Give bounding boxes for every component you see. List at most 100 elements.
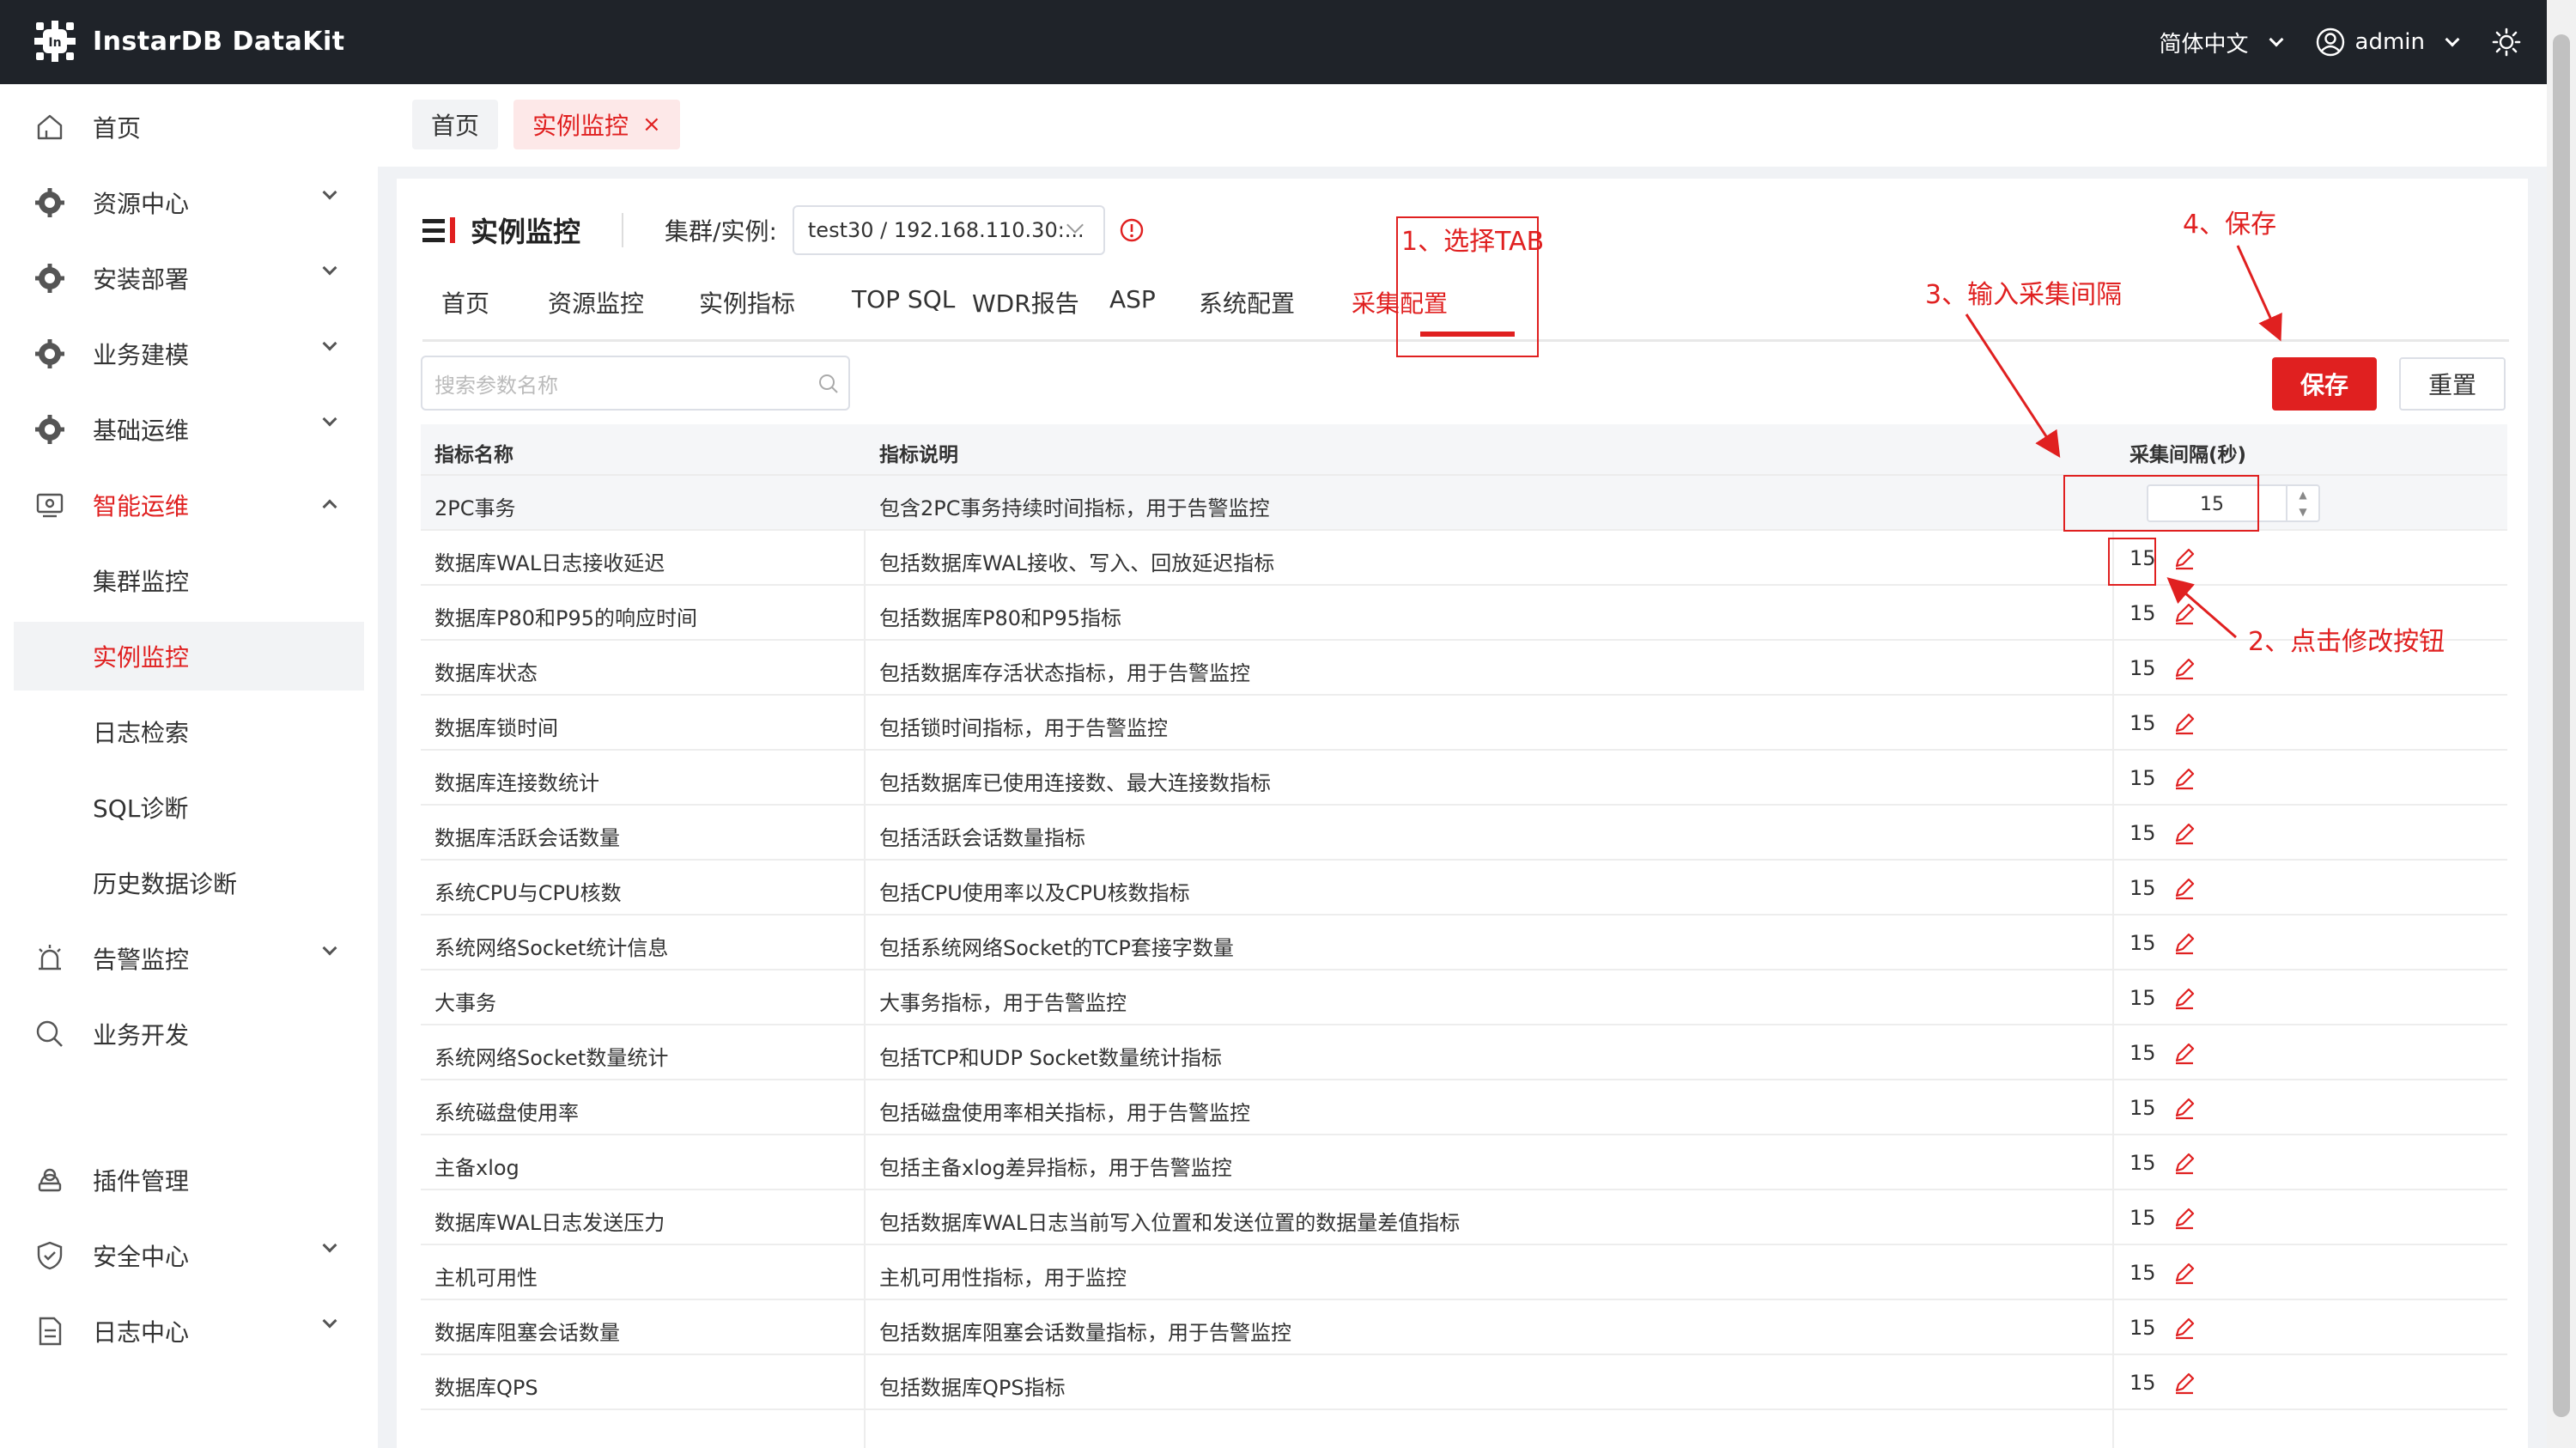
sidebar-item-history-diagnosis[interactable]: 历史数据诊断 [14, 849, 364, 917]
stepper-up-icon[interactable]: ▲ [2287, 486, 2318, 503]
chevron-down-icon [2269, 32, 2284, 47]
tab-system-config[interactable]: 系统配置 [1199, 285, 1295, 319]
app-logo-icon: In [34, 21, 76, 62]
edit-icon[interactable] [2172, 601, 2196, 625]
metrics-table: 指标名称 指标说明 采集间隔(秒) 2PC事务 包含2PC事务持续时间指标，用于告… [421, 424, 2507, 1448]
stepper-down-icon[interactable]: ▼ [2287, 503, 2318, 520]
svg-text:In: In [48, 36, 61, 50]
table-row: 系统CPU与CPU核数 包括CPU使用率以及CPU核数指标 15 [421, 861, 2507, 916]
sidebar-item-alarm-monitor[interactable]: 告警监控 [14, 924, 364, 993]
edit-icon[interactable] [2172, 986, 2196, 1010]
tab-home[interactable]: 首页 [441, 285, 489, 319]
tab-resource-monitor[interactable]: 资源监控 [548, 285, 644, 319]
tab-asp[interactable]: ASP [1109, 285, 1156, 313]
edit-icon[interactable] [2172, 766, 2196, 790]
sidebar-item-basic-ops[interactable]: 基础运维 [14, 395, 364, 464]
search-icon[interactable] [817, 373, 840, 395]
metric-name: 数据库活跃会话数量 [434, 826, 620, 850]
info-icon[interactable] [1119, 217, 1145, 243]
table-row: 数据库活跃会话数量 包括活跃会话数量指标 15 [421, 806, 2507, 861]
table-row: 数据库QPS 包括数据库QPS指标 15 [421, 1355, 2507, 1410]
page-tab-instance-monitor[interactable]: 实例监控 × [513, 100, 680, 149]
interval-value: 15 [2129, 1261, 2156, 1285]
stepper[interactable]: ▲ ▼ [2286, 486, 2318, 520]
metric-name: 数据库状态 [434, 661, 538, 685]
document-icon [39, 1317, 62, 1346]
sidebar-item-instance-monitor[interactable]: 实例监控 [14, 622, 364, 691]
interval-value: 15 [2129, 1041, 2156, 1065]
metric-desc: 包括数据库WAL日志当前写入位置和发送位置的数据量差值指标 [879, 1211, 1461, 1235]
edit-icon[interactable] [2172, 876, 2196, 900]
close-icon[interactable]: × [642, 112, 661, 137]
tab-wdr-report[interactable]: WDR报告 [972, 285, 1079, 319]
tab-instance-metrics[interactable]: 实例指标 [699, 285, 795, 319]
interval-value: 15 [2129, 986, 2156, 1010]
sidebar-item-resource-center[interactable]: 资源中心 [14, 168, 364, 237]
table-row: 数据库P80和P95的响应时间 包括数据库P80和P95指标 15 [421, 586, 2507, 641]
sidebar-item-smart-ops[interactable]: 智能运维 [14, 471, 364, 539]
page-tab-home[interactable]: 首页 [412, 100, 499, 149]
edit-icon[interactable] [2172, 546, 2196, 570]
interval-value: 15 [2129, 1096, 2156, 1120]
edit-icon[interactable] [2172, 1096, 2196, 1120]
chevron-up-icon [322, 499, 337, 514]
table-row: 系统网络Socket统计信息 包括系统网络Socket的TCP套接字数量 15 [421, 916, 2507, 970]
edit-icon[interactable] [2172, 1151, 2196, 1175]
sidebar-item-label: 日志中心 [93, 1318, 190, 1347]
sidebar-item-label: 安全中心 [93, 1243, 190, 1271]
language-selector[interactable]: 简体中文 [2159, 27, 2284, 58]
monitor-icon [36, 493, 64, 518]
cluster-instance-select[interactable]: test30 / 192.168.110.30:... [792, 205, 1105, 255]
sidebar-item-business-dev[interactable]: 业务开发 [14, 1000, 364, 1068]
search-input[interactable]: 搜索参数名称 [421, 356, 850, 411]
metric-desc: 包括数据库阻塞会话数量指标，用于告警监控 [879, 1321, 1291, 1345]
interval-value: 15 [2129, 1371, 2156, 1395]
edit-icon[interactable] [2172, 656, 2196, 680]
interval-value: 15 [2129, 1316, 2156, 1340]
save-button[interactable]: 保存 [2272, 357, 2377, 411]
sidebar-item-log-center[interactable]: 日志中心 [14, 1297, 364, 1366]
reset-button[interactable]: 重置 [2399, 357, 2506, 411]
header-interval: 采集间隔(秒) [2129, 444, 2247, 466]
sidebar-item-install-deploy[interactable]: 安装部署 [14, 244, 364, 313]
annotation-step3: 3、输入采集间隔 [1925, 280, 2123, 310]
edit-icon[interactable] [2172, 711, 2196, 735]
table-row: 主机可用性 主机可用性指标，用于监控 15 [421, 1245, 2507, 1300]
edit-icon[interactable] [2172, 931, 2196, 955]
edit-icon[interactable] [2172, 1316, 2196, 1340]
user-menu[interactable]: admin [2316, 27, 2460, 57]
page-scrollbar[interactable] [2547, 0, 2576, 1448]
chevron-down-icon [322, 185, 337, 200]
sidebar-item-sql-diagnosis[interactable]: SQL诊断 [14, 773, 364, 842]
sidebar-item-label: 资源中心 [93, 190, 190, 218]
user-name: admin [2354, 29, 2425, 55]
language-label: 简体中文 [2159, 31, 2249, 58]
gear-icon [35, 415, 64, 444]
metric-name: 数据库QPS [434, 1376, 538, 1400]
sidebar-item-log-search[interactable]: 日志检索 [14, 697, 364, 766]
edit-icon[interactable] [2172, 1371, 2196, 1395]
edit-icon[interactable] [2172, 1261, 2196, 1285]
sidebar-item-label: 首页 [93, 114, 142, 143]
metric-name: 数据库锁时间 [434, 716, 558, 740]
sidebar-item-home[interactable]: 首页 [14, 93, 364, 161]
edit-icon[interactable] [2172, 821, 2196, 845]
table-row: 数据库阻塞会话数量 包括数据库阻塞会话数量指标，用于告警监控 15 [421, 1300, 2507, 1355]
theme-sun-icon[interactable] [2492, 27, 2521, 57]
interval-value: 15 [2129, 601, 2156, 625]
interval-value: 15 [2129, 1206, 2156, 1230]
sidebar-item-security-center[interactable]: 安全中心 [14, 1221, 364, 1290]
scrollbar-thumb[interactable] [2553, 34, 2570, 1417]
sidebar-item-cluster-monitor[interactable]: 集群监控 [14, 546, 364, 615]
metric-name: 系统CPU与CPU核数 [434, 881, 622, 905]
page-header: 实例监控 集群/实例: test30 / 192.168.110.30:... [422, 204, 1145, 256]
tab-top-sql[interactable]: TOP SQL [852, 285, 955, 313]
sidebar-item-plugin-manage[interactable]: 插件管理 [14, 1146, 364, 1214]
edit-icon[interactable] [2172, 1206, 2196, 1230]
edit-icon[interactable] [2172, 1041, 2196, 1065]
sidebar-item-label: 实例监控 [93, 643, 190, 672]
app-title: InstarDB DataKit [93, 26, 345, 57]
chevron-down-icon [322, 260, 337, 276]
sidebar-item-business-modeling[interactable]: 业务建模 [14, 319, 364, 388]
brand[interactable]: In InstarDB DataKit [33, 19, 345, 64]
